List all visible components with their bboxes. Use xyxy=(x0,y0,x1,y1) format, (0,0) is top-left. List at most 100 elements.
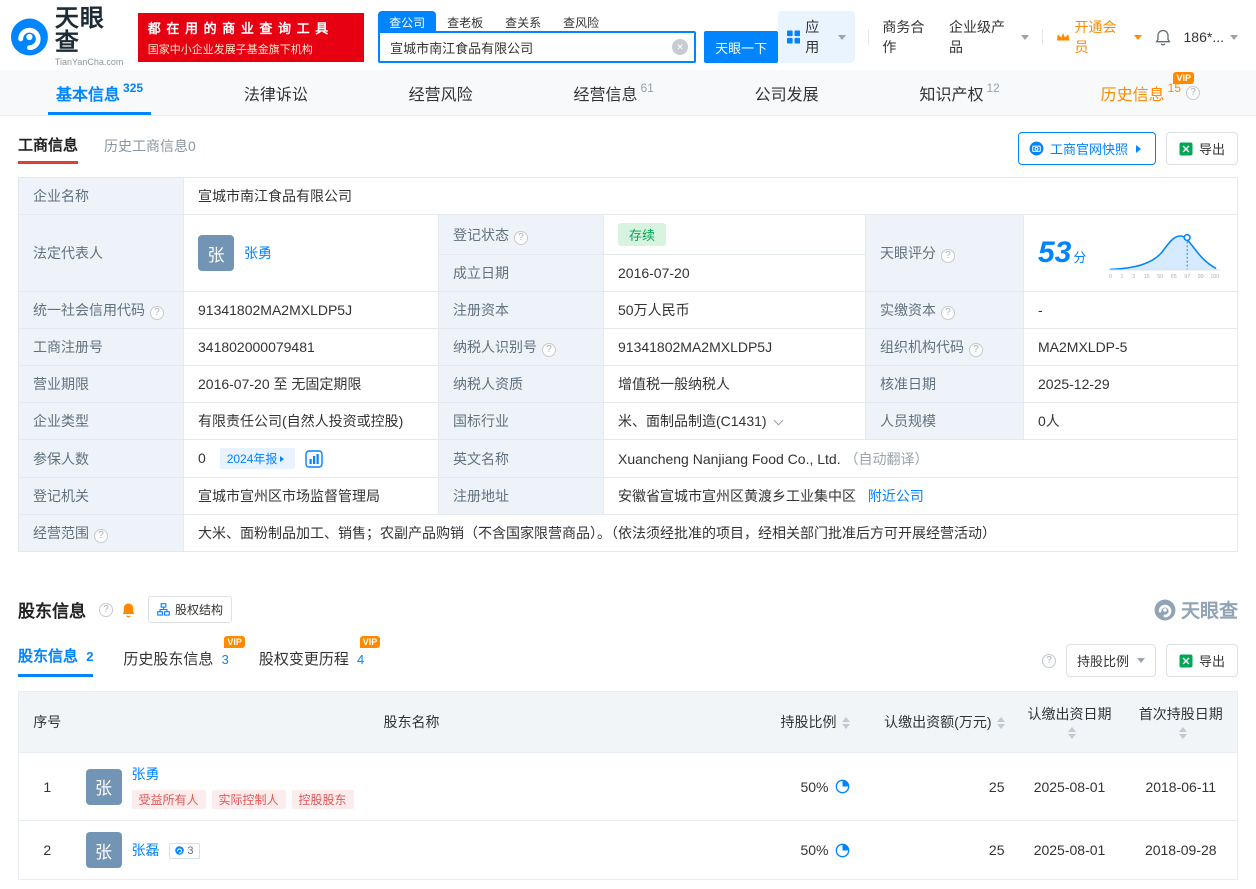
column-header-sortable[interactable]: 持股比例 xyxy=(747,691,860,753)
help-icon[interactable]: ? xyxy=(150,306,164,320)
help-icon[interactable]: ? xyxy=(969,343,983,357)
tab-basic-info[interactable]: 基本信息 325 xyxy=(48,70,151,115)
column-header-sortable[interactable]: 认缴出资额(万元) xyxy=(859,691,1015,753)
field-label: 核准日期 xyxy=(865,365,1024,403)
shareholder-name-link[interactable]: 张磊 xyxy=(132,842,160,858)
sort-icon[interactable] xyxy=(1068,727,1076,740)
sort-icon[interactable] xyxy=(841,717,850,730)
registered-address: 安徽省宣城市宣州区黄渡乡工业集中区 xyxy=(618,488,856,504)
tab-company-development[interactable]: 公司发展 xyxy=(747,70,827,115)
annual-report-badge[interactable]: 2024年报 xyxy=(219,448,296,469)
avatar[interactable]: 张 xyxy=(85,832,122,868)
ratio-filter-dropdown[interactable]: 持股比例 xyxy=(1065,644,1156,677)
ratio-value: 50% xyxy=(800,842,829,858)
promo-banner: 都 在 用 的 商 业 查 询 工 具 国家中小企业发展子基金旗下机构 xyxy=(137,12,365,62)
help-icon[interactable]: ? xyxy=(941,306,955,320)
tab-business-registration[interactable]: 工商信息 xyxy=(18,134,79,164)
tab-label: 公司发展 xyxy=(754,86,819,104)
tab-history-shareholders[interactable]: VIP 历史股东信息 3 xyxy=(123,636,245,677)
score-unit: 分 xyxy=(1073,250,1087,265)
column-header-sortable[interactable]: 认缴出资日期 xyxy=(1014,691,1125,753)
triangle-right-icon xyxy=(1135,144,1145,153)
field-label: 纳税人识别号? xyxy=(438,328,604,366)
tab-operation-info[interactable]: 经营信息 61 xyxy=(565,70,661,115)
tab-intellectual-property[interactable]: 知识产权 12 xyxy=(911,70,1007,115)
tab-shareholders[interactable]: 股东信息 2 xyxy=(18,641,94,677)
taxpayer-quality: 增值税一般纳税人 xyxy=(603,365,866,403)
clear-search-icon[interactable]: ✕ xyxy=(672,39,689,55)
tab-legal-proceedings[interactable]: 法律诉讼 xyxy=(236,70,316,115)
nearby-companies-link[interactable]: 附近公司 xyxy=(868,488,924,504)
avatar[interactable]: 张 xyxy=(198,235,234,271)
tab-history-registration[interactable]: 历史工商信息0 xyxy=(104,136,196,162)
watermark-brand: 天眼查 xyxy=(1180,601,1238,622)
legal-representative-link[interactable]: 张勇 xyxy=(244,243,272,263)
nav-enterprise-products[interactable]: 企业级产品 xyxy=(949,17,1030,57)
watermark-logo: 天眼查 xyxy=(1154,596,1238,623)
shareholder-name-link[interactable]: 张勇 xyxy=(132,764,354,784)
tab-label: 股东信息 xyxy=(18,648,79,665)
column-header-sortable[interactable]: 首次持股日期 xyxy=(1124,691,1238,753)
tianyancha-logo[interactable]: 天眼查 TianYanCha.com xyxy=(10,7,128,67)
search-input[interactable] xyxy=(378,31,697,63)
avatar[interactable]: 张 xyxy=(85,768,122,805)
field-label: 天眼评分? xyxy=(865,214,1024,292)
vip-badge: VIP xyxy=(224,636,245,648)
chevron-down-icon xyxy=(1230,34,1238,40)
user-account-menu[interactable]: 186*... xyxy=(1184,29,1238,45)
help-icon[interactable]: ? xyxy=(99,602,113,617)
svg-text:3: 3 xyxy=(1132,274,1135,280)
notifications-bell-icon[interactable] xyxy=(1154,29,1171,46)
field-label: 营业期限 xyxy=(18,365,184,403)
sort-icon[interactable] xyxy=(996,717,1005,730)
official-snapshot-button[interactable]: 工商官网快照 xyxy=(1017,132,1156,165)
industry-cell[interactable]: 米、面制品制造(C1431) xyxy=(603,402,866,440)
related-companies-badge[interactable]: 3 xyxy=(169,842,200,859)
subscribe-bell-icon[interactable] xyxy=(121,602,136,618)
ratio-cell: 50% xyxy=(747,752,860,821)
help-icon[interactable]: ? xyxy=(941,249,955,263)
ratio-filter-label: 持股比例 xyxy=(1076,654,1129,669)
field-label: 英文名称 xyxy=(438,439,604,478)
tyc-score-cell[interactable]: 53 分 0 1 3 15 50 65 97 99 100 xyxy=(1023,214,1238,292)
annual-report-label: 2024年报 xyxy=(226,452,278,466)
role-tag[interactable]: 受益所有人 xyxy=(131,790,206,809)
org-chart-icon xyxy=(157,603,170,616)
pie-chart-icon[interactable] xyxy=(835,843,850,858)
promo-line1: 都 在 用 的 商 业 查 询 工 具 xyxy=(147,20,330,36)
sort-icon[interactable] xyxy=(1179,727,1188,740)
shareholder-cell: 张 张磊 3 xyxy=(75,820,748,880)
help-icon[interactable]: ? xyxy=(1041,653,1056,668)
tab-history-info[interactable]: VIP 历史信息 15 ? xyxy=(1093,70,1208,115)
role-tag[interactable]: 实际控制人 xyxy=(211,790,286,809)
approval-date: 2025-12-29 xyxy=(1023,365,1238,403)
help-icon[interactable]: ? xyxy=(542,343,556,357)
tab-label: 知识产权 xyxy=(919,86,984,104)
svg-text:97: 97 xyxy=(1184,274,1190,280)
help-icon[interactable]: ? xyxy=(1186,85,1200,100)
export-shareholders-button[interactable]: 导出 xyxy=(1165,644,1238,677)
tab-count: 0 xyxy=(188,137,196,154)
vip-badge: VIP xyxy=(359,636,381,648)
field-label: 企业类型 xyxy=(18,402,184,440)
tab-operation-risk[interactable]: 经营风险 xyxy=(401,70,481,115)
help-icon[interactable]: ? xyxy=(514,230,528,245)
first-hold-date: 2018-06-11 xyxy=(1124,752,1238,821)
nav-business-cooperation[interactable]: 商务合作 xyxy=(882,17,936,57)
apps-menu-button[interactable]: 应用 xyxy=(778,11,856,63)
search-button[interactable]: 天眼一下 xyxy=(704,31,779,63)
tab-equity-change-history[interactable]: VIP 股权变更历程 4 xyxy=(259,636,381,677)
export-button[interactable]: 导出 xyxy=(1165,132,1238,165)
help-icon[interactable]: ? xyxy=(94,529,108,543)
chevron-down-icon xyxy=(1133,34,1142,40)
first-hold-date: 2018-09-28 xyxy=(1124,820,1238,880)
tab-label: 历史信息 xyxy=(1100,86,1165,104)
legal-representative-cell: 张 张勇 xyxy=(183,214,439,292)
shareholders-tabs: 股东信息 2 VIP 历史股东信息 3 VIP 股权变更历程 4 ? 持股比例 xyxy=(18,636,1238,677)
role-tag[interactable]: 控股股东 xyxy=(291,790,354,809)
open-vip-link[interactable]: 开通会员 xyxy=(1056,17,1142,57)
trend-chart-icon[interactable] xyxy=(305,450,323,468)
company-section-tabs: 基本信息 325 法律诉讼 经营风险 经营信息 61 公司发展 知识产权 12 … xyxy=(0,70,1256,116)
equity-structure-button[interactable]: 股权结构 xyxy=(148,596,233,623)
pie-chart-icon[interactable] xyxy=(835,779,850,794)
